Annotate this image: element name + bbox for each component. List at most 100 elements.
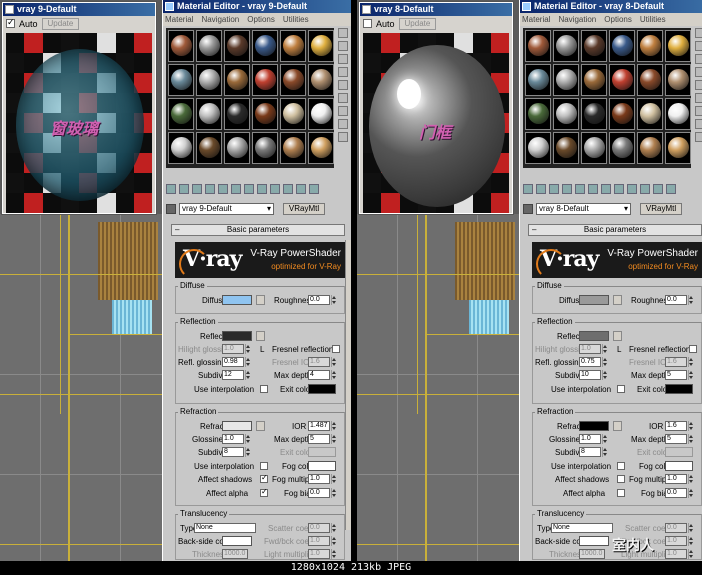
reflection-interpolation-checkbox[interactable] bbox=[260, 385, 268, 393]
material-slot[interactable] bbox=[252, 98, 278, 130]
affect-shadows-checkbox[interactable] bbox=[260, 473, 268, 483]
fresnel-reflections-checkbox[interactable] bbox=[332, 345, 340, 353]
material-slot[interactable] bbox=[665, 30, 691, 62]
put-to-scene-icon[interactable] bbox=[536, 184, 546, 194]
get-material-icon[interactable] bbox=[523, 184, 533, 194]
reflection-exit-color-swatch[interactable] bbox=[665, 384, 693, 394]
material-slot[interactable] bbox=[525, 30, 551, 62]
material-slot[interactable] bbox=[224, 98, 250, 130]
viewport[interactable] bbox=[0, 214, 162, 561]
make-unique-icon[interactable] bbox=[588, 184, 598, 194]
go-to-parent-icon[interactable] bbox=[653, 184, 663, 194]
show-map-icon[interactable] bbox=[270, 184, 280, 194]
material-slot[interactable] bbox=[581, 64, 607, 96]
thickness-spinner[interactable]: 1000.0 bbox=[579, 549, 605, 559]
refraction-subdivs-spinner[interactable]: 8 bbox=[222, 447, 244, 457]
translucency-type-dropdown[interactable]: None bbox=[551, 523, 613, 533]
diffuse-color-swatch[interactable] bbox=[579, 295, 609, 305]
light-multiplier-spinner[interactable]: 1.0 bbox=[308, 549, 330, 559]
material-slot[interactable] bbox=[168, 30, 194, 62]
refraction-glossiness-spinner[interactable]: 1.0 bbox=[222, 434, 244, 444]
put-to-scene-icon[interactable] bbox=[179, 184, 189, 194]
reflection-max-depth-spinner[interactable]: 5 bbox=[665, 370, 687, 380]
material-slot[interactable] bbox=[308, 98, 334, 130]
assign-to-selection-icon[interactable] bbox=[549, 184, 559, 194]
reflection-subdivs-spinner[interactable]: 10 bbox=[579, 370, 601, 380]
material-slot[interactable] bbox=[609, 30, 635, 62]
material-slot[interactable] bbox=[581, 30, 607, 62]
material-slot[interactable] bbox=[553, 98, 579, 130]
refl-glossiness-spinner[interactable]: 0.98 bbox=[222, 357, 244, 367]
options-icon[interactable] bbox=[695, 106, 702, 116]
refract-color-swatch[interactable] bbox=[222, 421, 252, 431]
menu-utilities[interactable]: Utilities bbox=[640, 13, 666, 26]
material-slot[interactable] bbox=[196, 132, 222, 164]
thickness-spinner[interactable]: 1000.0 bbox=[222, 549, 248, 559]
affect-alpha-checkbox[interactable] bbox=[260, 487, 268, 497]
refraction-exit-color-swatch[interactable] bbox=[308, 447, 336, 457]
refraction-interpolation-checkbox[interactable] bbox=[617, 462, 625, 470]
material-slot[interactable] bbox=[308, 132, 334, 164]
material-slot[interactable] bbox=[280, 64, 306, 96]
diffuse-map-button[interactable] bbox=[256, 295, 265, 305]
material-slot[interactable] bbox=[196, 30, 222, 62]
auto-checkbox[interactable] bbox=[6, 17, 15, 28]
material-slot[interactable] bbox=[553, 132, 579, 164]
fwd-bck-coeff-spinner[interactable]: 1.0 bbox=[308, 536, 330, 546]
material-slot[interactable] bbox=[252, 30, 278, 62]
eyedropper-icon[interactable] bbox=[166, 204, 176, 214]
put-to-library-icon[interactable] bbox=[244, 184, 254, 194]
get-material-icon[interactable] bbox=[166, 184, 176, 194]
material-slot[interactable] bbox=[525, 132, 551, 164]
fog-multiplier-spinner[interactable]: 1.0 bbox=[308, 474, 330, 484]
show-end-result-icon[interactable] bbox=[640, 184, 650, 194]
reflection-interpolation-checkbox[interactable] bbox=[617, 385, 625, 393]
refraction-max-depth-spinner[interactable]: 5 bbox=[308, 434, 330, 444]
fresnel-ior-spinner[interactable]: 1.6 bbox=[308, 357, 330, 367]
refraction-interpolation-checkbox[interactable] bbox=[260, 462, 268, 470]
reflect-map-button[interactable] bbox=[256, 331, 265, 341]
refract-map-button[interactable] bbox=[256, 421, 265, 431]
refraction-glossiness-spinner[interactable]: 1.0 bbox=[579, 434, 601, 444]
refl-glossiness-spinner[interactable]: 0.75 bbox=[579, 357, 601, 367]
go-forward-sibling-icon[interactable] bbox=[666, 184, 676, 194]
material-name-field[interactable]: vray 9-Default bbox=[179, 203, 274, 215]
make-copy-icon[interactable] bbox=[218, 184, 228, 194]
material-slot[interactable] bbox=[637, 132, 663, 164]
material-slot[interactable] bbox=[609, 132, 635, 164]
sample-uv-icon[interactable] bbox=[695, 67, 702, 77]
sample-type-icon[interactable] bbox=[695, 28, 702, 38]
reflect-color-swatch[interactable] bbox=[579, 331, 609, 341]
material-slot[interactable] bbox=[581, 98, 607, 130]
material-slot[interactable] bbox=[637, 64, 663, 96]
material-slot[interactable] bbox=[168, 64, 194, 96]
refraction-subdivs-spinner[interactable]: 8 bbox=[579, 447, 601, 457]
make-preview-icon[interactable] bbox=[338, 93, 348, 103]
basic-parameters-rollout[interactable]: Basic parameters bbox=[171, 224, 345, 236]
select-by-material-icon[interactable] bbox=[338, 119, 348, 129]
material-slot[interactable] bbox=[224, 64, 250, 96]
material-slot[interactable] bbox=[224, 30, 250, 62]
menu-navigation[interactable]: Navigation bbox=[201, 13, 239, 26]
options-icon[interactable] bbox=[338, 106, 348, 116]
reflection-subdivs-spinner[interactable]: 12 bbox=[222, 370, 244, 380]
material-id-icon[interactable] bbox=[257, 184, 267, 194]
basic-parameters-rollout[interactable]: Basic parameters bbox=[528, 224, 702, 236]
video-check-icon[interactable] bbox=[695, 80, 702, 90]
refract-color-swatch[interactable] bbox=[579, 421, 609, 431]
refraction-exit-color-swatch[interactable] bbox=[665, 447, 693, 457]
background-icon[interactable] bbox=[695, 54, 702, 64]
go-forward-sibling-icon[interactable] bbox=[309, 184, 319, 194]
material-slot[interactable] bbox=[196, 98, 222, 130]
reflection-max-depth-spinner[interactable]: 4 bbox=[308, 370, 330, 380]
material-slot[interactable] bbox=[525, 64, 551, 96]
affect-alpha-checkbox[interactable] bbox=[617, 489, 625, 497]
material-slot[interactable] bbox=[553, 64, 579, 96]
put-to-library-icon[interactable] bbox=[601, 184, 611, 194]
fog-bias-spinner[interactable]: 0.0 bbox=[665, 488, 687, 498]
material-slot[interactable] bbox=[665, 98, 691, 130]
diffuse-color-swatch[interactable] bbox=[222, 295, 252, 305]
roughness-spinner[interactable]: 0.0 bbox=[308, 295, 330, 305]
menu-options[interactable]: Options bbox=[247, 13, 275, 26]
fresnel-ior-spinner[interactable]: 1.6 bbox=[665, 357, 687, 367]
